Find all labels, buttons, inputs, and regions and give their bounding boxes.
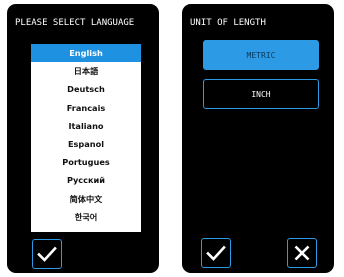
close-icon [294,245,310,261]
unit-panel: UNIT OF LENGTH METRIC INCH [182,4,334,273]
language-option-german[interactable]: Deutsch [31,80,141,98]
unit-cancel-button[interactable] [287,238,317,268]
check-icon [206,245,226,261]
language-option-russian[interactable]: Русский [31,171,141,189]
metric-option-button[interactable]: METRIC [203,40,319,70]
language-option-korean[interactable]: 한국어 [31,208,141,226]
language-option-french[interactable]: Francais [31,99,141,117]
check-icon [37,246,57,262]
language-option-portuguese[interactable]: Portugues [31,153,141,171]
language-option-english[interactable]: English [31,44,141,63]
language-option-chinese[interactable]: 简体中文 [31,190,141,208]
unit-confirm-button[interactable] [201,238,231,268]
inch-option-button[interactable]: INCH [203,79,319,109]
language-panel: PLEASE SELECT LANGUAGE English 日本語 Deuts… [7,4,159,273]
language-option-italian[interactable]: Italiano [31,117,141,135]
language-confirm-button[interactable] [32,239,62,269]
unit-heading: UNIT OF LENGTH [190,18,266,28]
language-option-japanese[interactable]: 日本語 [31,62,141,80]
language-heading: PLEASE SELECT LANGUAGE [15,18,135,28]
language-list: English 日本語 Deutsch Francais Italiano Es… [31,44,141,232]
language-option-spanish[interactable]: Espanol [31,135,141,153]
